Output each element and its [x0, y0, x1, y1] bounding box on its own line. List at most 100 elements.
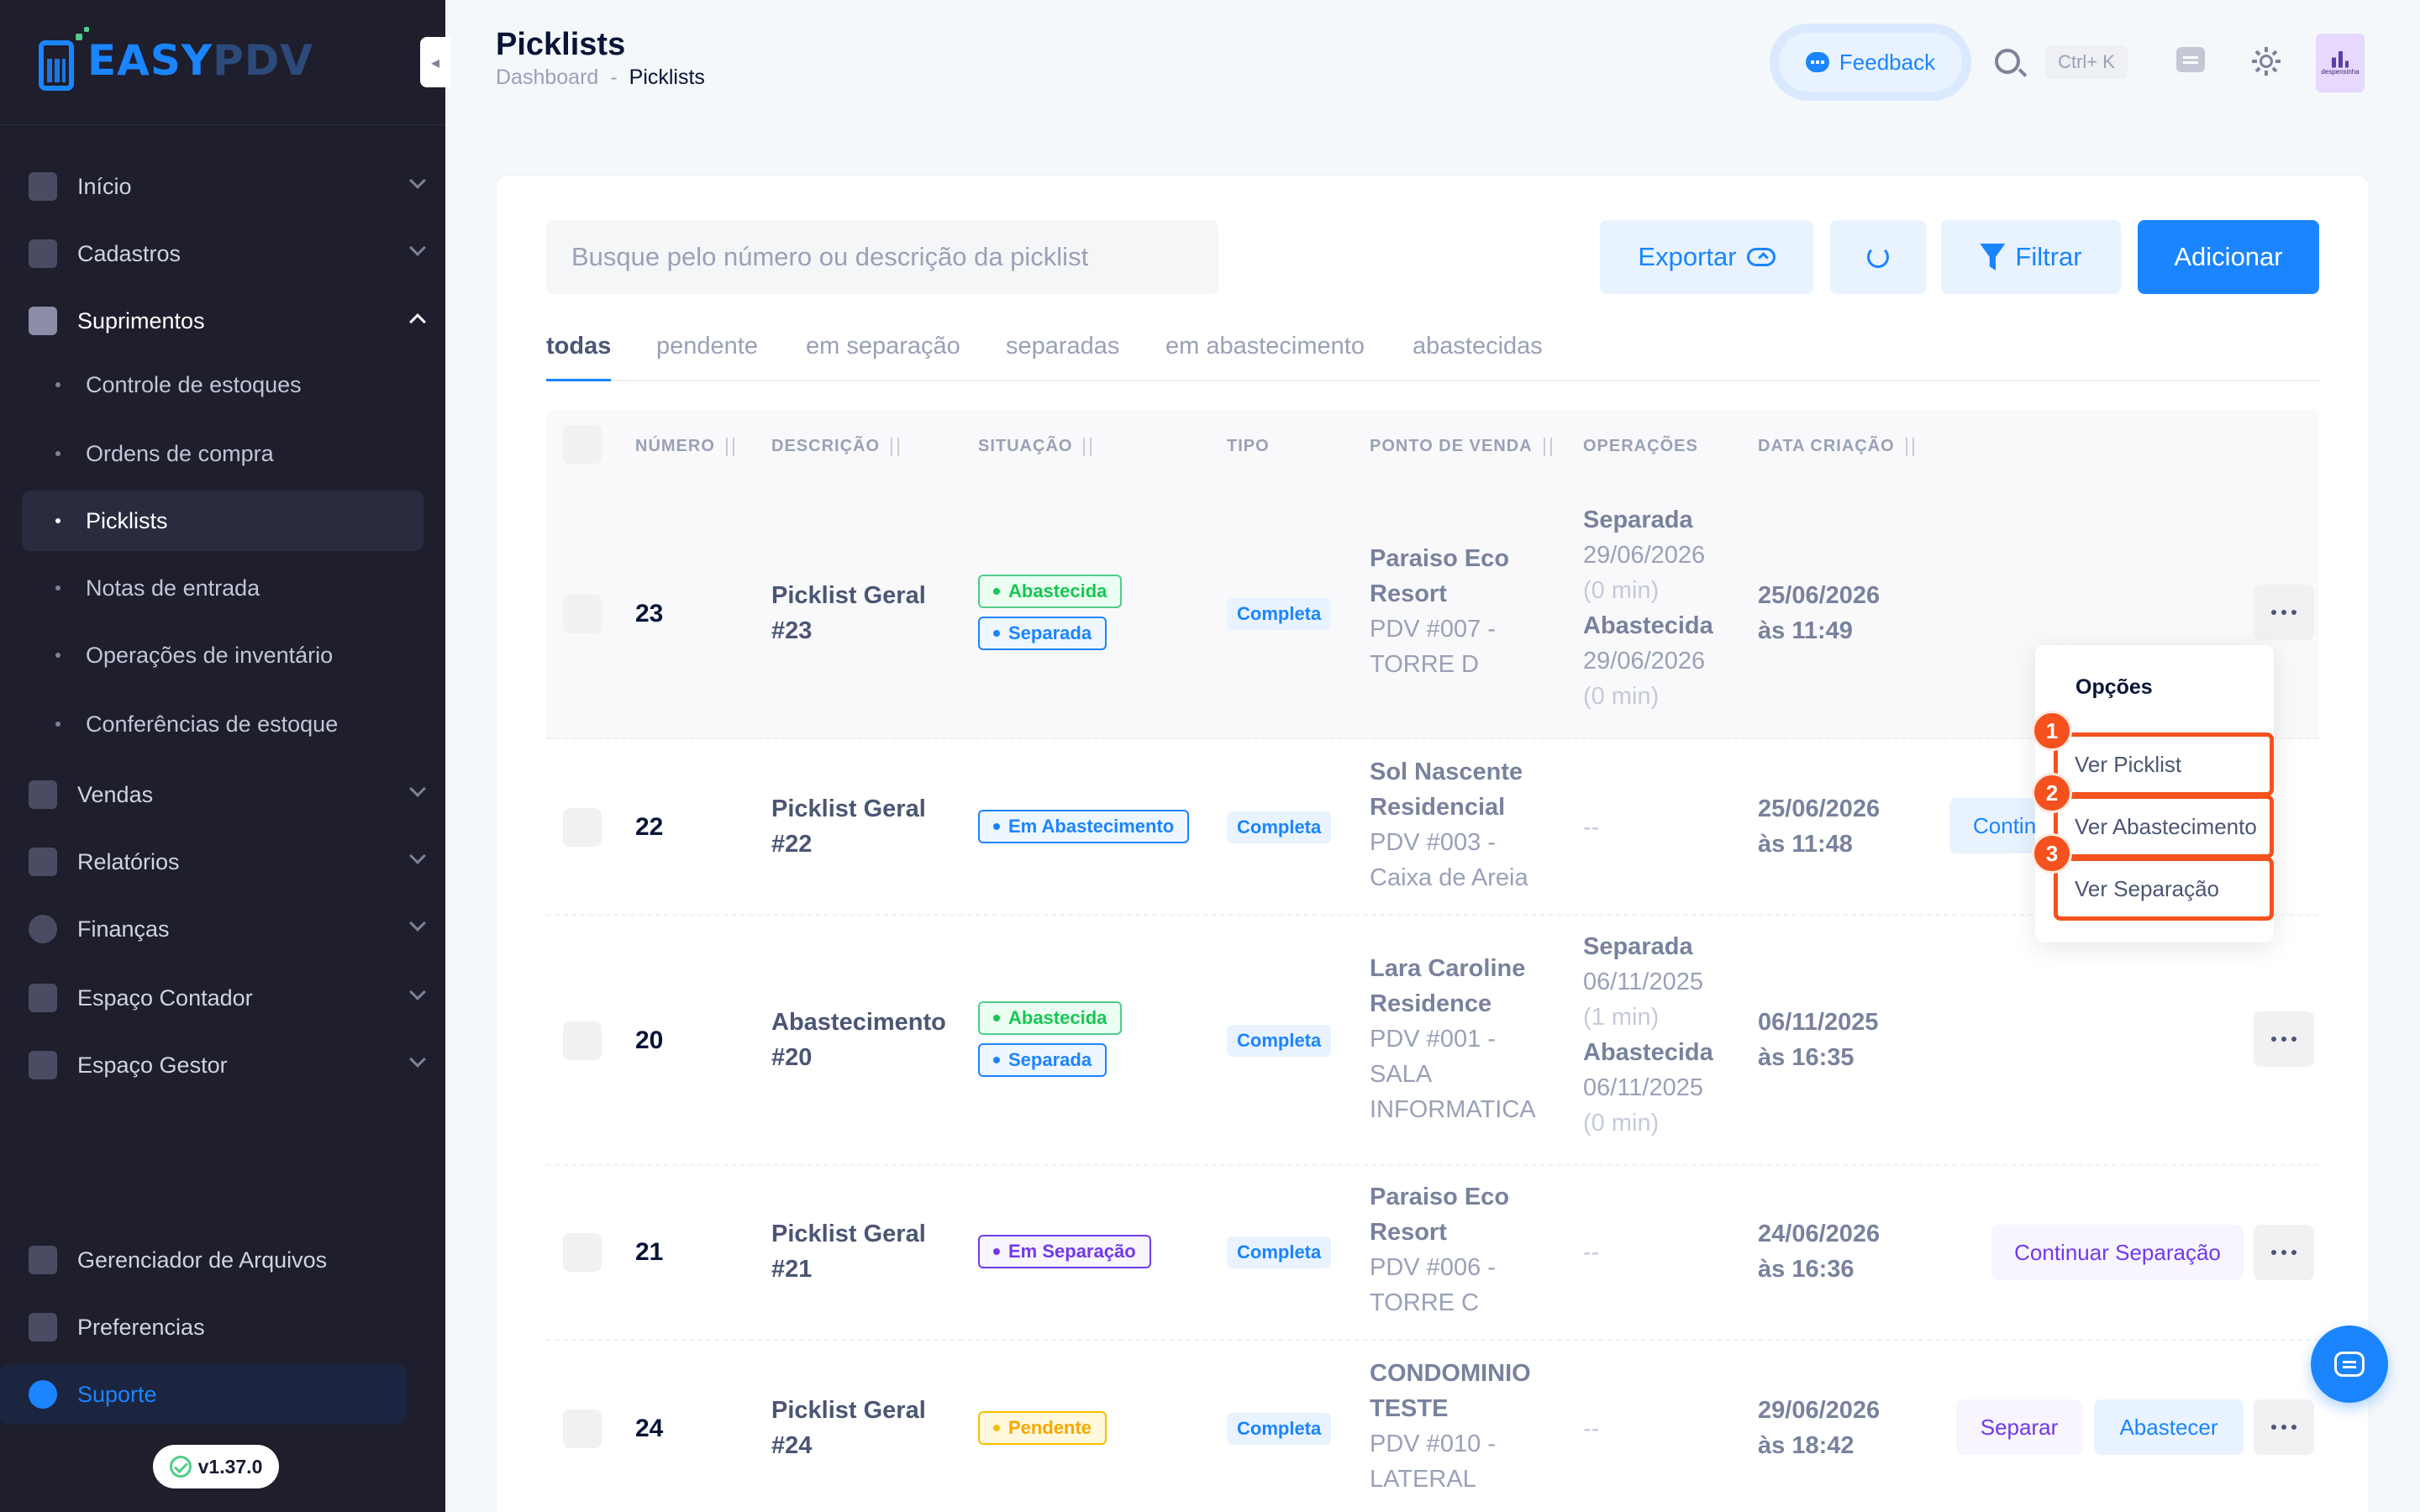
submenu-notas-entrada[interactable]: Notas de entrada	[22, 558, 424, 618]
submenu-operacoes-inventario[interactable]: Operações de inventário	[22, 625, 424, 685]
description-line: #23	[771, 617, 813, 644]
menu-item-ver-picklist[interactable]: Ver Picklist	[2054, 732, 2274, 796]
row-checkbox[interactable]	[563, 808, 602, 847]
column-label: DESCRIÇÃO	[771, 437, 881, 455]
submenu-picklists[interactable]: Picklists	[22, 491, 424, 551]
cash-register-icon	[29, 780, 57, 809]
tab-todas[interactable]: todas	[546, 333, 612, 381]
separate-button[interactable]: Separar	[1956, 1399, 2082, 1455]
row-options-button[interactable]	[2254, 1011, 2314, 1067]
sun-icon[interactable]	[2252, 47, 2281, 76]
table-row[interactable]: 24 Picklist Geral #24 Pendente Completa C…	[546, 1341, 2319, 1512]
row-checkbox[interactable]	[563, 595, 602, 633]
breadcrumb: Dashboard - Picklists	[496, 66, 705, 90]
chat-support-button[interactable]	[2311, 1326, 2388, 1403]
add-button[interactable]: Adicionar	[2138, 220, 2319, 294]
column-numero[interactable]: NÚMERO	[635, 437, 739, 456]
sidebar-item-espaco-contador[interactable]: Espaço Contador	[22, 968, 426, 1028]
created-date: 06/11/2025 às 16:35	[1758, 1005, 1879, 1075]
status-badge: Abastecida	[978, 575, 1123, 608]
bullet-icon	[55, 722, 60, 727]
sidebar-item-preferencias[interactable]: Preferencias	[22, 1297, 424, 1357]
logo[interactable]: EASYPDV	[39, 27, 313, 92]
bullet-icon	[55, 451, 60, 456]
type-badge: Completa	[1227, 1413, 1332, 1445]
menu-item-ver-separacao[interactable]: Ver Separação	[2054, 857, 2274, 921]
sidebar-item-label: Preferencias	[77, 1314, 205, 1340]
supply-button[interactable]: Abastecer	[2094, 1399, 2244, 1455]
tab-abastecidas[interactable]: abastecidas	[1413, 333, 1543, 381]
submenu-ordens-compra[interactable]: Ordens de compra	[22, 423, 424, 484]
row-number: 22	[635, 813, 664, 841]
menu-item-ver-abastecimento[interactable]: Ver Abastecimento	[2054, 795, 2274, 858]
sidebar-item-suprimentos[interactable]: Suprimentos	[22, 291, 426, 351]
column-situacao[interactable]: SITUAÇÃO	[978, 437, 1096, 456]
check-circle-icon	[169, 1456, 192, 1478]
sidebar-item-relatorios[interactable]: Relatórios	[22, 832, 426, 892]
row-checkbox[interactable]	[563, 1410, 602, 1448]
status-badge: Separada	[978, 617, 1107, 650]
column-ponto-venda[interactable]: PONTO DE VENDA	[1370, 437, 1556, 456]
pdv-code: TORRE D	[1370, 651, 1479, 678]
step-marker: 2	[2032, 773, 2072, 813]
logo-text: EASYPDV	[87, 36, 313, 85]
time-line: às 16:35	[1758, 1044, 1854, 1071]
row-checkbox[interactable]	[563, 1233, 602, 1272]
submenu-label: Controle de estoques	[86, 371, 302, 397]
column-label: DATA CRIAÇÃO	[1758, 437, 1895, 455]
sidebar-item-suporte[interactable]: Suporte	[0, 1364, 407, 1425]
row-options-button[interactable]	[2254, 585, 2314, 640]
select-all-checkbox[interactable]	[563, 425, 602, 464]
tab-em-abastecimento[interactable]: em abastecimento	[1165, 333, 1365, 381]
message-icon[interactable]	[2176, 47, 2205, 72]
avatar[interactable]: despensinha	[2316, 34, 2365, 92]
sidebar-item-cadastros[interactable]: Cadastros	[22, 223, 426, 284]
column-descricao[interactable]: DESCRIÇÃO	[771, 437, 903, 456]
row-number: 20	[635, 1026, 664, 1054]
version-badge: v1.37.0	[153, 1445, 279, 1488]
sidebar-item-espaco-gestor[interactable]: Espaço Gestor	[22, 1035, 426, 1095]
operation-duration: (0 min)	[1583, 1110, 1660, 1137]
tab-pendente[interactable]: pendente	[656, 333, 758, 381]
submenu-controle-estoques[interactable]: Controle de estoques	[22, 354, 424, 415]
sidebar-collapse-button[interactable]: ◂	[420, 37, 450, 87]
column-label: PONTO DE VENDA	[1370, 437, 1533, 455]
filter-button[interactable]: Filtrar	[1941, 220, 2121, 294]
table-row[interactable]: 21 Picklist Geral #21 Em Separação Comple…	[546, 1166, 2319, 1341]
operation-label: Abastecida	[1583, 612, 1713, 639]
chat-icon	[2334, 1352, 2365, 1377]
table-row[interactable]: 20 Abastecimento #20 Abastecida Separada …	[546, 916, 2319, 1166]
tab-em-separacao[interactable]: em separação	[806, 333, 960, 381]
row-checkbox[interactable]	[563, 1021, 602, 1060]
pdv-code: PDV #003 -	[1370, 829, 1496, 856]
chevron-down-icon	[409, 780, 426, 797]
sidebar-item-vendas[interactable]: Vendas	[22, 764, 426, 825]
filter-label: Filtrar	[2015, 242, 2082, 271]
search-icon[interactable]	[1995, 49, 2020, 74]
submenu-conferencias-estoque[interactable]: Conferências de estoque	[22, 694, 424, 754]
column-data-criacao[interactable]: DATA CRIAÇÃO	[1758, 437, 1918, 456]
sidebar-item-financas[interactable]: Finanças	[22, 899, 426, 959]
continue-separation-button[interactable]: Continuar Separação	[1991, 1225, 2244, 1280]
time-line: às 11:49	[1758, 617, 1853, 644]
description-line: Picklist Geral	[771, 1397, 926, 1424]
search-input[interactable]	[546, 220, 1218, 294]
date-line: 24/06/2026	[1758, 1221, 1881, 1247]
pdv-name: Paraiso Eco	[1370, 545, 1510, 572]
column-label: SITUAÇÃO	[978, 437, 1073, 455]
chevron-down-icon	[409, 984, 426, 1000]
row-options-button[interactable]	[2254, 1399, 2314, 1455]
sidebar-item-label: Espaço Gestor	[77, 1052, 228, 1078]
sidebar-item-inicio[interactable]: Início	[22, 156, 426, 217]
feedback-button[interactable]: Feedback	[1770, 24, 1971, 101]
row-options-button[interactable]	[2254, 1225, 2314, 1280]
sidebar-item-gerenciador-arquivos[interactable]: Gerenciador de Arquivos	[22, 1230, 424, 1290]
sort-icon	[888, 437, 903, 456]
version-text: v1.37.0	[197, 1455, 263, 1478]
breadcrumb-dashboard[interactable]: Dashboard	[496, 66, 598, 90]
row-number: 24	[635, 1415, 664, 1442]
badge-label: Separada	[1008, 1049, 1092, 1070]
export-button[interactable]: Exportar	[1600, 220, 1813, 294]
refresh-button[interactable]	[1830, 220, 1926, 294]
tab-separadas[interactable]: separadas	[1006, 333, 1119, 381]
